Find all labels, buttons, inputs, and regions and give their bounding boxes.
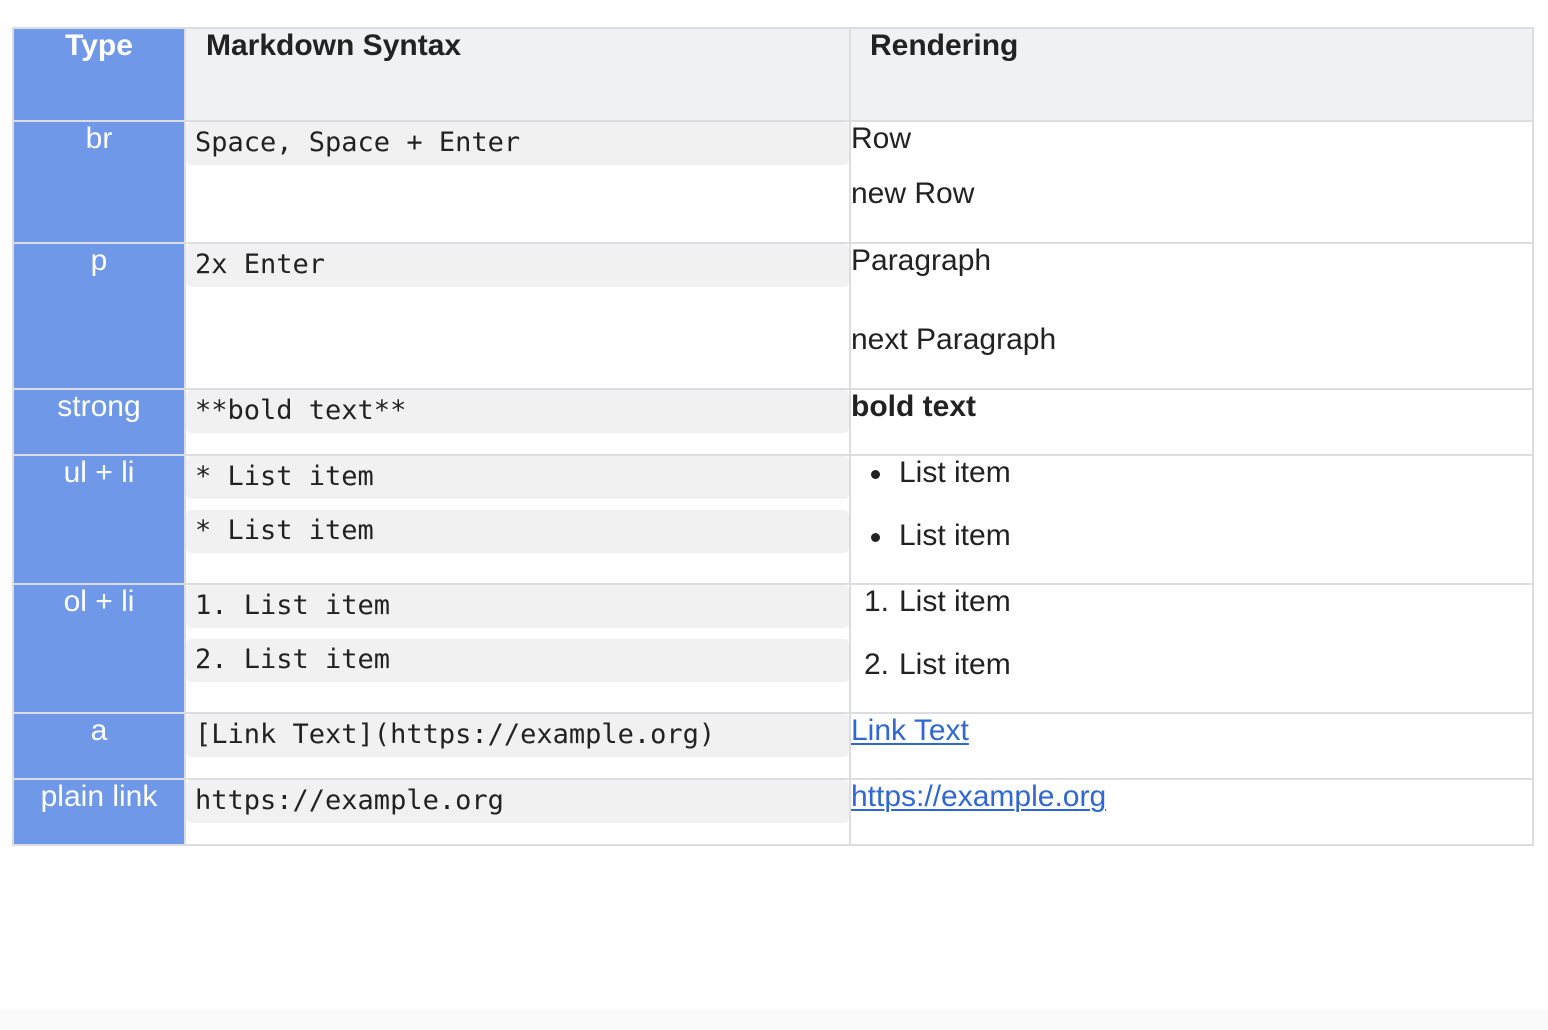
code-snippet: 2. List item	[186, 639, 849, 682]
rendered-paragraph: Paragraph	[851, 244, 992, 277]
list-number: 2.	[863, 648, 889, 681]
markdown-syntax-table: Type Markdown Syntax Rendering br Space,…	[12, 27, 1534, 846]
code-snippet: * List item	[186, 510, 849, 553]
list-item: 2. List item	[851, 648, 1532, 682]
list-item-text: List item	[899, 456, 1011, 489]
list-item: 1. List item	[851, 585, 1532, 619]
type-cell: ul + li	[12, 454, 186, 585]
syntax-cell: Space, Space + Enter	[184, 120, 851, 244]
type-cell: plain link	[12, 778, 186, 846]
type-cell: a	[12, 712, 186, 780]
page-footer-strip	[0, 1010, 1548, 1030]
table-header-row: Type Markdown Syntax Rendering	[12, 27, 1534, 122]
syntax-cell: [Link Text](https://example.org)	[184, 712, 851, 780]
code-snippet: Space, Space + Enter	[186, 122, 849, 165]
list-item-text: List item	[899, 519, 1011, 552]
list-item-text: List item	[899, 585, 1011, 618]
table-row: strong **bold text** bold text	[12, 388, 1534, 456]
table-row: a [Link Text](https://example.org) Link …	[12, 712, 1534, 780]
rendered-bold-text: bold text	[851, 390, 976, 423]
code-snippet: [Link Text](https://example.org)	[186, 714, 849, 757]
rendered-plain-link[interactable]: https://example.org	[851, 780, 1532, 814]
syntax-cell: * List item * List item	[184, 454, 851, 585]
rendering-cell: List item List item	[849, 454, 1534, 585]
syntax-cell: https://example.org	[184, 778, 851, 846]
syntax-cell: 2x Enter	[184, 242, 851, 390]
code-snippet: **bold text**	[186, 390, 849, 433]
rendering-cell: Paragraph next Paragraph	[849, 242, 1534, 390]
table-row: plain link https://example.org https://e…	[12, 778, 1534, 846]
rendering-cell: https://example.org	[849, 778, 1534, 846]
rendered-line: new Row	[851, 177, 975, 210]
type-cell: p	[12, 242, 186, 390]
type-cell: br	[12, 120, 186, 244]
type-cell: ol + li	[12, 583, 186, 714]
header-type: Type	[12, 27, 186, 122]
table-row: br Space, Space + Enter Row new Row	[12, 120, 1534, 244]
bullet-icon	[871, 533, 880, 542]
type-cell: strong	[12, 388, 186, 456]
table-row: ol + li 1. List item 2. List item 1. Lis…	[12, 583, 1534, 714]
table-row: p 2x Enter Paragraph next Paragraph	[12, 242, 1534, 390]
rendered-ordered-list: 1. List item 2. List item	[851, 585, 1532, 682]
rendering-cell: Row new Row	[849, 120, 1534, 244]
syntax-cell: 1. List item 2. List item	[184, 583, 851, 714]
code-snippet: https://example.org	[186, 780, 849, 823]
rendered-paragraph: next Paragraph	[851, 323, 1057, 356]
header-rendering: Rendering	[849, 27, 1534, 122]
rendered-link[interactable]: Link Text	[851, 714, 1532, 748]
bullet-icon	[871, 470, 880, 479]
table-row: ul + li * List item * List item List ite…	[12, 454, 1534, 585]
rendered-line: Row	[851, 122, 912, 155]
rendered-unordered-list: List item List item	[851, 456, 1532, 553]
list-item-text: List item	[899, 648, 1011, 681]
header-markdown-syntax: Markdown Syntax	[184, 27, 851, 122]
list-number: 1.	[863, 585, 889, 618]
rendering-cell: Link Text	[849, 712, 1534, 780]
rendering-cell: 1. List item 2. List item	[849, 583, 1534, 714]
code-snippet: 2x Enter	[186, 244, 849, 287]
syntax-cell: **bold text**	[184, 388, 851, 456]
code-snippet: 1. List item	[186, 585, 849, 628]
code-snippet: * List item	[186, 456, 849, 499]
rendering-cell: bold text	[849, 388, 1534, 456]
list-item: List item	[851, 519, 1532, 553]
list-item: List item	[851, 456, 1532, 490]
